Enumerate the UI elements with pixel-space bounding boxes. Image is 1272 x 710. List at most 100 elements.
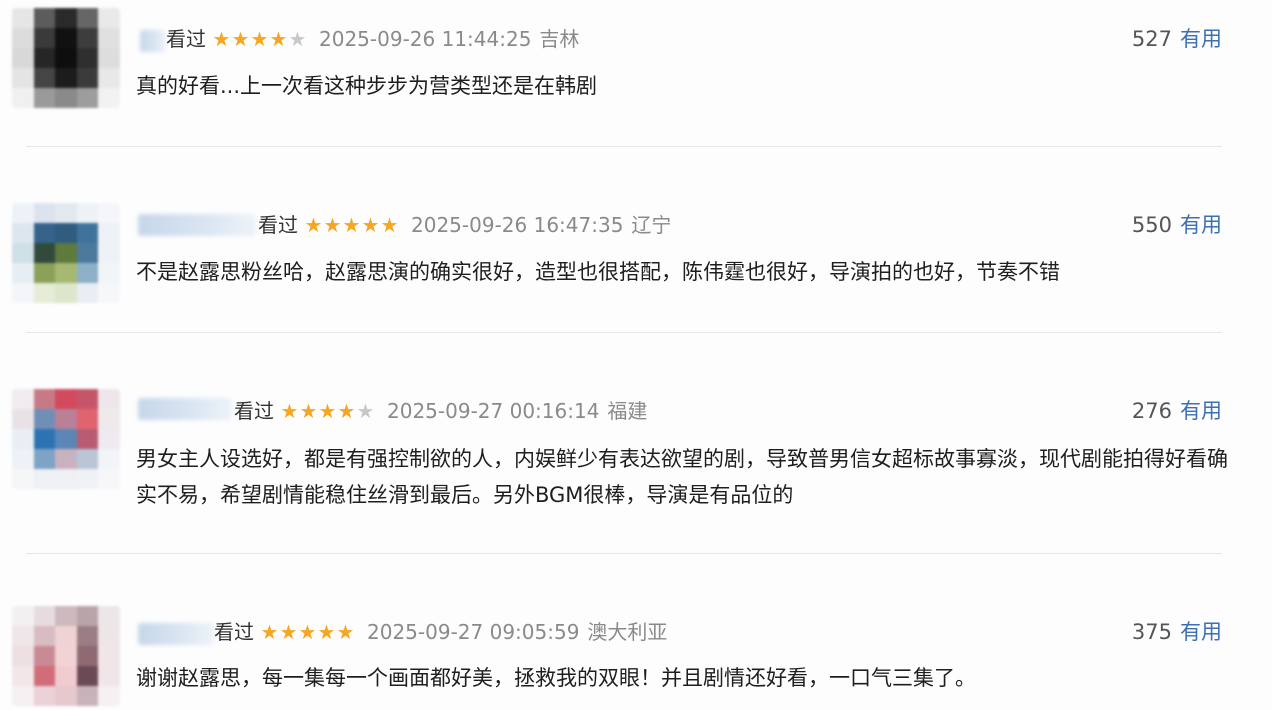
star-icon: ★ xyxy=(298,620,317,644)
avatar-pixel xyxy=(76,68,99,88)
review-time: 2025-09-26 11:44:25 xyxy=(319,27,532,51)
review-location: 吉林 xyxy=(539,27,580,51)
avatar-pixel xyxy=(55,223,77,243)
review-time: 2025-09-27 00:16:14 xyxy=(387,399,600,423)
avatar-pixel xyxy=(33,203,56,223)
avatar-pixel xyxy=(98,449,120,469)
username-blurred[interactable] xyxy=(138,214,256,236)
avatar[interactable] xyxy=(12,606,120,706)
star-icon: ★ xyxy=(317,620,336,644)
review-time: 2025-09-27 09:05:59 xyxy=(367,620,580,644)
avatar-pixel xyxy=(33,686,56,706)
avatar-pixel xyxy=(55,606,77,626)
useful-vote: 527 有用 xyxy=(1132,25,1222,53)
avatar-pixel xyxy=(33,449,56,469)
avatar-pixel xyxy=(76,429,99,449)
avatar-pixel xyxy=(12,203,34,223)
avatar-pixel xyxy=(12,626,34,646)
avatar-pixel xyxy=(55,666,77,686)
star-icon: ★ xyxy=(323,213,342,237)
star-icon: ★ xyxy=(361,213,380,237)
avatar-pixel xyxy=(55,203,77,223)
useful-count: 550 xyxy=(1131,213,1172,237)
username-blurred[interactable] xyxy=(138,398,232,420)
star-icon: ★ xyxy=(212,27,231,51)
avatar-pixel xyxy=(12,686,34,706)
star-icon: ★ xyxy=(250,27,269,51)
avatar-pixel xyxy=(33,243,56,263)
avatar-pixel xyxy=(12,68,34,88)
star-icon: ★ xyxy=(356,399,375,423)
avatar-pixel xyxy=(55,449,77,469)
useful-count: 375 xyxy=(1131,620,1172,644)
rating-stars: ★ ★ ★ ★ ★ xyxy=(212,29,307,49)
avatar-pixel xyxy=(33,263,56,283)
avatar-pixel xyxy=(33,429,56,449)
avatar-pixel xyxy=(76,88,99,108)
avatar-pixel xyxy=(76,48,99,68)
avatar-pixel xyxy=(98,28,120,48)
avatar-pixel xyxy=(76,283,99,303)
avatar-pixel xyxy=(33,88,56,108)
avatar-pixel xyxy=(98,626,120,646)
avatar-pixel xyxy=(12,666,34,686)
avatar[interactable] xyxy=(12,389,120,489)
star-icon: ★ xyxy=(337,399,356,423)
star-icon: ★ xyxy=(260,620,279,644)
review-meta: 看过 ★ ★ ★ ★ ★ 2025-09-27 00:16:14 福建 xyxy=(234,397,647,425)
star-icon: ★ xyxy=(304,213,323,237)
username-blurred[interactable] xyxy=(140,30,166,52)
avatar-pixel xyxy=(98,686,120,706)
avatar-pixel xyxy=(76,626,99,646)
avatar-pixel xyxy=(12,28,34,48)
avatar-pixel xyxy=(55,28,77,48)
avatar-pixel xyxy=(55,88,77,108)
review-content: 男女主人设选好，都是有强控制欲的人，内娱鲜少有表达欲望的剧，导致普男信女超标故事… xyxy=(136,447,1228,507)
useful-vote: 550 有用 xyxy=(1132,211,1222,239)
useful-count: 527 xyxy=(1131,27,1172,51)
avatar-pixel xyxy=(12,88,34,108)
avatar[interactable] xyxy=(12,203,120,303)
useful-button[interactable]: 有用 xyxy=(1180,399,1222,423)
avatar-pixel xyxy=(33,283,56,303)
avatar-pixel xyxy=(55,243,77,263)
avatar-pixel xyxy=(76,646,99,666)
avatar-pixel xyxy=(76,223,99,243)
useful-button[interactable]: 有用 xyxy=(1180,27,1222,51)
avatar-pixel xyxy=(98,263,120,283)
useful-vote: 276 有用 xyxy=(1132,397,1222,425)
avatar-pixel xyxy=(98,48,120,68)
avatar-pixel xyxy=(76,449,99,469)
star-icon: ★ xyxy=(288,27,307,51)
avatar-pixel xyxy=(33,8,56,28)
avatar-pixel xyxy=(76,686,99,706)
useful-button[interactable]: 有用 xyxy=(1180,620,1222,644)
star-icon: ★ xyxy=(336,620,355,644)
review-location: 辽宁 xyxy=(631,213,672,237)
avatar-pixel xyxy=(12,283,34,303)
avatar-pixel xyxy=(76,389,99,409)
useful-button[interactable]: 有用 xyxy=(1180,213,1222,237)
avatar-pixel xyxy=(33,606,56,626)
divider xyxy=(26,553,1222,554)
avatar-pixel xyxy=(98,8,120,28)
star-icon: ★ xyxy=(279,620,298,644)
username-blurred[interactable] xyxy=(138,623,214,645)
avatar-pixel xyxy=(76,469,99,489)
star-icon: ★ xyxy=(231,27,250,51)
avatar-pixel xyxy=(55,263,77,283)
rating-stars: ★ ★ ★ ★ ★ xyxy=(280,401,375,421)
avatar-pixel xyxy=(55,646,77,666)
avatar-pixel xyxy=(12,409,34,429)
avatar-pixel xyxy=(76,606,99,626)
avatar-pixel xyxy=(55,389,77,409)
watched-status: 看过 xyxy=(258,213,298,237)
avatar-pixel xyxy=(55,469,77,489)
avatar[interactable] xyxy=(12,8,120,108)
avatar-pixel xyxy=(33,666,56,686)
avatar-pixel xyxy=(12,469,34,489)
review-meta: 看过 ★ ★ ★ ★ ★ 2025-09-26 16:47:35 辽宁 xyxy=(258,211,671,239)
avatar-pixel xyxy=(12,646,34,666)
avatar-pixel xyxy=(55,8,77,28)
avatar-pixel xyxy=(12,606,34,626)
